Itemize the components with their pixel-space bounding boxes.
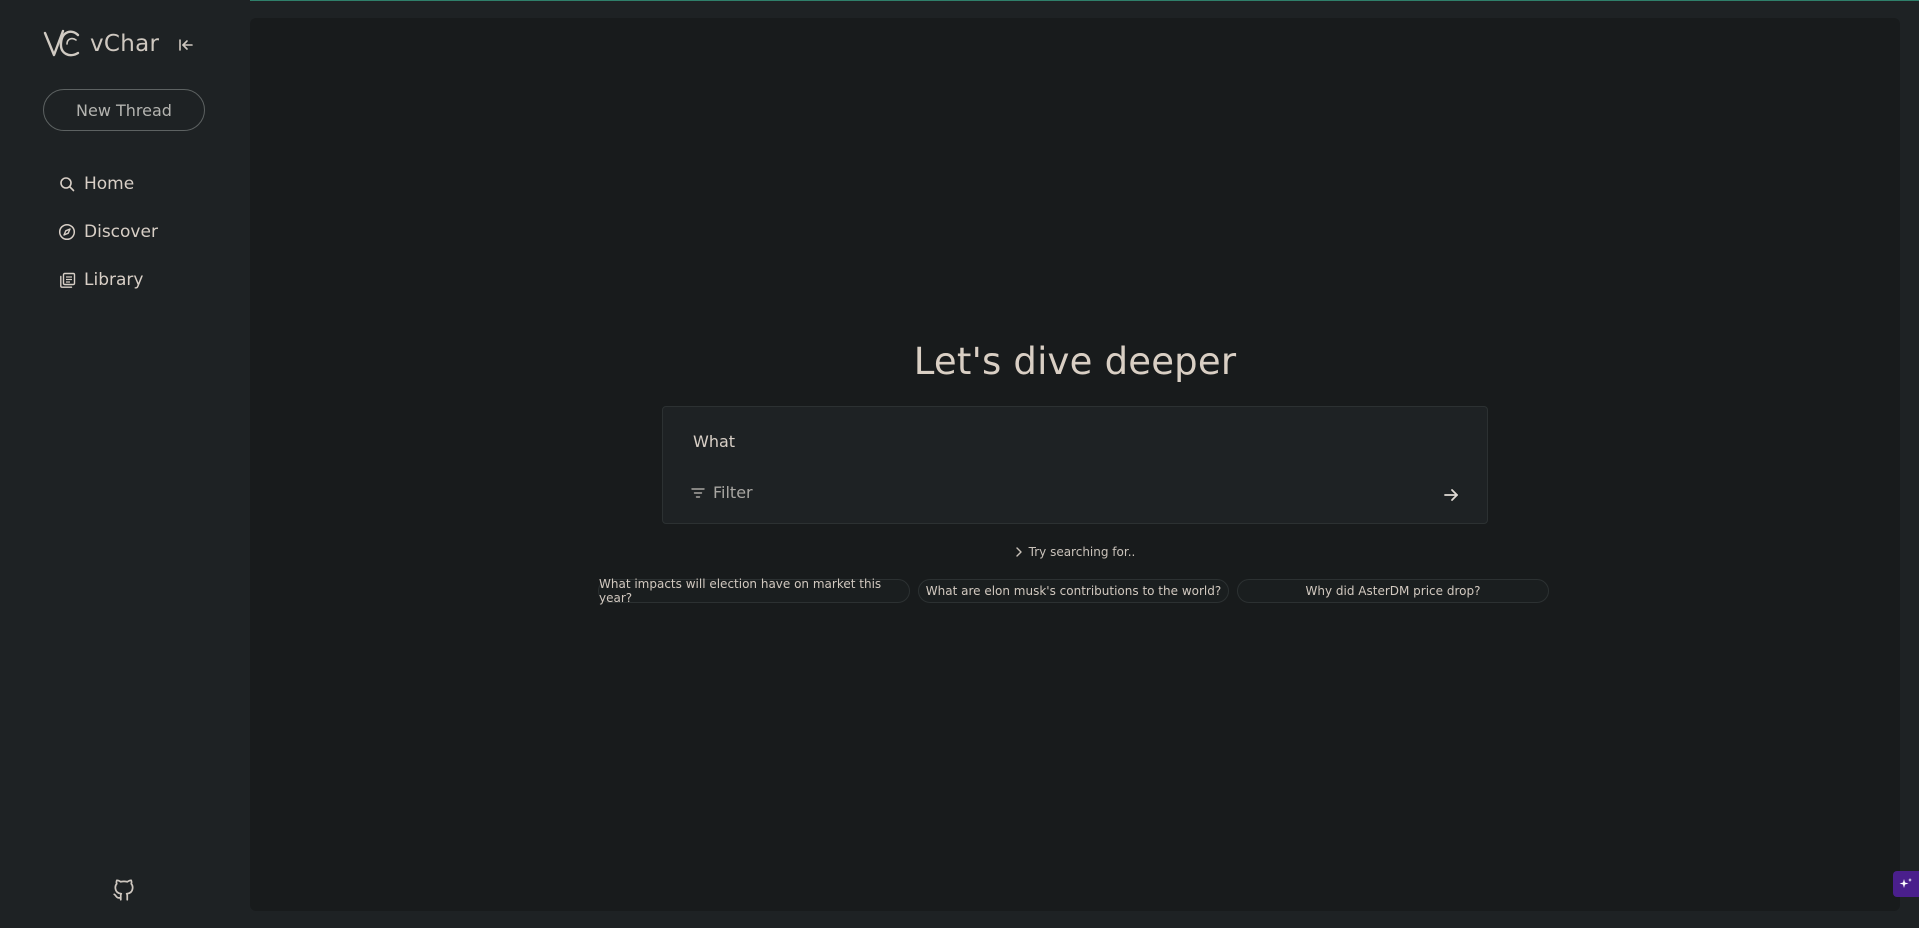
- suggestion-chip[interactable]: What are elon musk's contributions to th…: [918, 579, 1229, 603]
- search-icon: [58, 175, 76, 193]
- top-accent-line: [0, 0, 1919, 1]
- try-searching-toggle[interactable]: Try searching for..: [250, 545, 1900, 559]
- vchar-logo-icon: [43, 29, 80, 57]
- suggestion-chip[interactable]: What impacts will election have on marke…: [598, 577, 910, 605]
- sidebar-item-label: Library: [84, 270, 144, 290]
- hero-title: Let's dive deeper: [913, 340, 1237, 383]
- sidebar-item-discover[interactable]: Discover: [58, 208, 158, 256]
- sidebar-nav: Home Discover Library: [58, 160, 158, 304]
- sidebar-item-label: Discover: [84, 222, 158, 242]
- sidebar: vChar New Thread Home Discover Library: [0, 0, 250, 928]
- sidebar-item-label: Home: [84, 174, 135, 194]
- filter-label: Filter: [713, 483, 753, 502]
- collapse-sidebar-button[interactable]: [175, 34, 197, 56]
- search-input[interactable]: [691, 425, 1455, 457]
- suggestions: What impacts will election have on marke…: [598, 577, 1549, 605]
- filter-icon: [691, 487, 705, 498]
- suggestion-chip[interactable]: Why did AsterDM price drop?: [1237, 579, 1549, 603]
- search-box: Filter: [662, 406, 1488, 524]
- github-link[interactable]: [111, 877, 137, 903]
- sidebar-item-home[interactable]: Home: [58, 160, 158, 208]
- new-thread-button[interactable]: New Thread: [43, 89, 205, 131]
- collapse-left-icon: [179, 39, 193, 51]
- brand[interactable]: vChar: [42, 26, 159, 62]
- filter-button[interactable]: Filter: [691, 483, 753, 502]
- sidebar-item-library[interactable]: Library: [58, 256, 158, 304]
- submit-button[interactable]: [1441, 485, 1461, 505]
- github-icon: [113, 879, 134, 901]
- arrow-right-icon: [1444, 489, 1458, 501]
- compass-icon: [58, 223, 76, 241]
- try-searching-label: Try searching for..: [1028, 545, 1136, 559]
- library-icon: [58, 271, 76, 289]
- main-panel: Let's dive deeper Filter Try searching f…: [250, 18, 1900, 911]
- app-name: vChar: [90, 31, 160, 57]
- new-thread-label: New Thread: [76, 100, 172, 120]
- assistant-button[interactable]: [1893, 871, 1919, 897]
- chevron-right-icon: [1015, 547, 1022, 557]
- sparkle-icon: [1899, 878, 1912, 888]
